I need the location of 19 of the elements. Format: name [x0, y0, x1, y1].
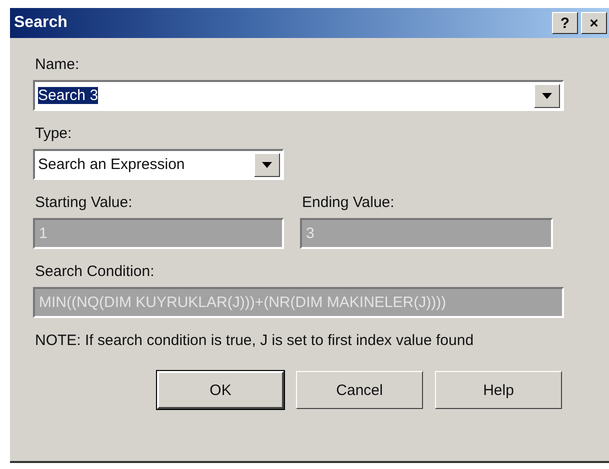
combo-value: Search 3 — [38, 87, 98, 104]
dropdown-button[interactable] — [254, 152, 280, 176]
field-label: Search Condition: — [35, 263, 156, 281]
name-combo-box[interactable]: Search 3 — [33, 80, 564, 111]
caret-icon — [542, 92, 552, 98]
dropdown-button[interactable] — [534, 84, 560, 108]
close-button[interactable]: × — [581, 12, 607, 34]
type-combo-box[interactable]: Search an Expression — [33, 149, 284, 180]
field-label: Name: — [35, 56, 80, 74]
dialog-button[interactable]: OK — [157, 371, 284, 409]
help-button[interactable]: ? — [552, 12, 578, 34]
field-label: Starting Value: — [35, 194, 134, 212]
caret-icon — [262, 162, 272, 168]
window-title: Search — [14, 14, 68, 32]
field-label: Type: — [35, 125, 73, 143]
field-label: Ending Value: — [302, 194, 396, 212]
dialog-button[interactable]: Help — [435, 371, 562, 409]
dialog-button[interactable]: Cancel — [296, 371, 423, 409]
note-text: NOTE: If search condition is true, J is set to first index value found — [35, 332, 475, 349]
